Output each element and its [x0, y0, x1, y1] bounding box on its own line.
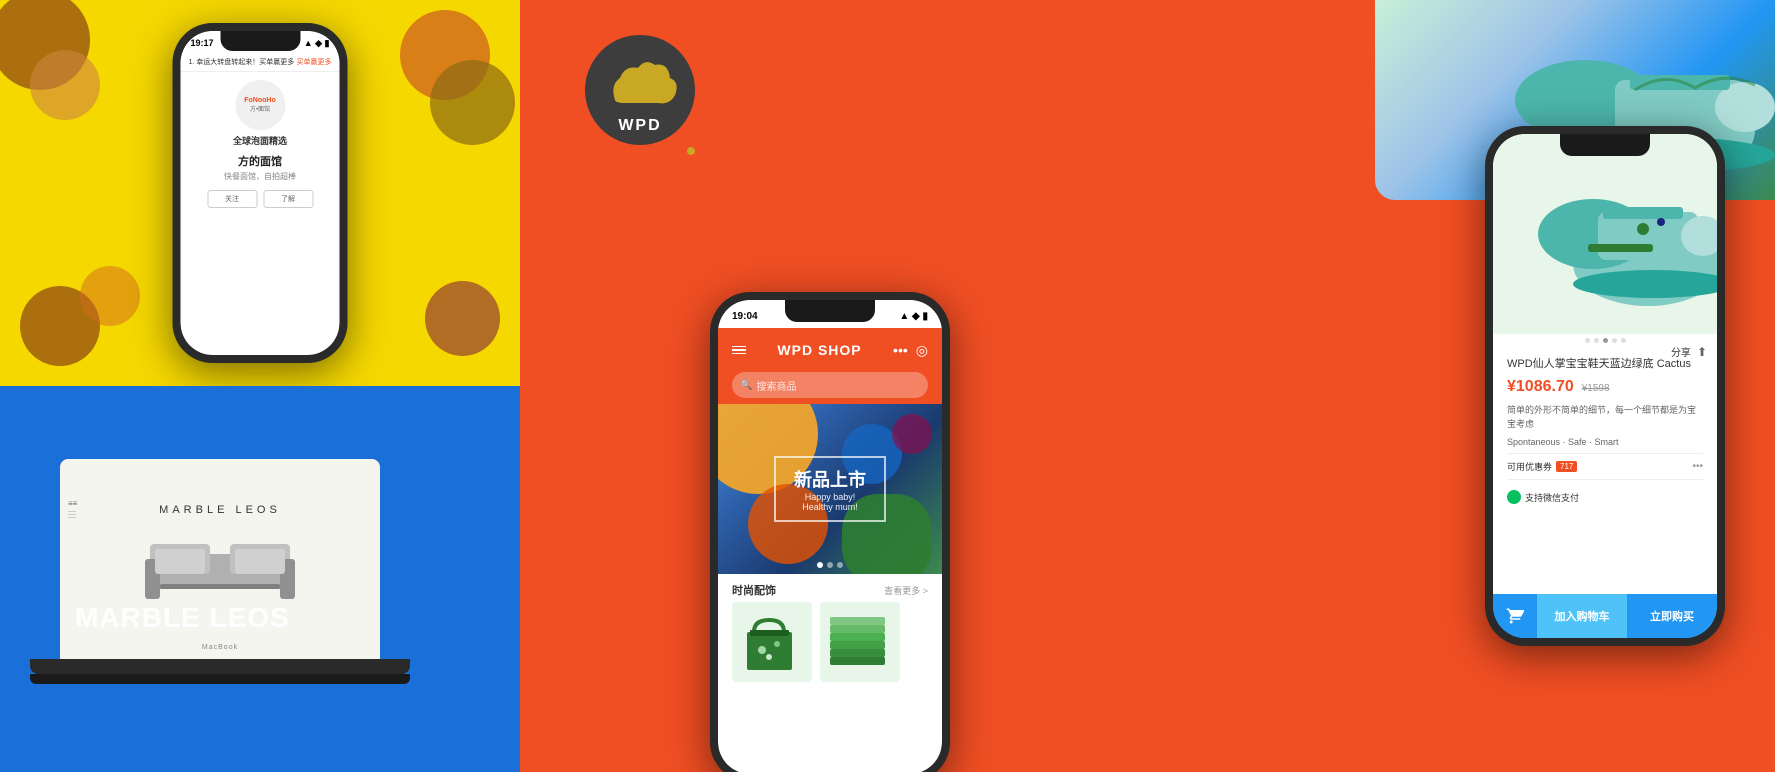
shop-title: WPD SHOP — [777, 342, 861, 358]
dot-4 — [1612, 338, 1617, 343]
left-panel: 19:17 ▲ ◆ ▮ 1. 幸运大转盘转起来！买单赢更多 买单赢更多 FoNo… — [0, 0, 520, 772]
notif-action: 买单赢更多 — [297, 57, 332, 67]
btn-1[interactable]: 关注 — [207, 190, 257, 208]
restaurant-name: 方的面馆 — [238, 153, 282, 169]
dish-5 — [30, 50, 100, 120]
product-info: WPD仙人掌宝宝鞋天蓝边绿底 Cactus ¥1086.70 ¥1598 简单的… — [1493, 347, 1717, 520]
product-grid — [718, 602, 942, 682]
share-text[interactable]: 分享 — [1671, 344, 1691, 359]
coupon-label-text: 可用优惠券 — [1507, 460, 1552, 473]
search-area: 🔍 搜索商品 — [718, 372, 942, 404]
buy-bar: 加入购物车 立即购买 — [1493, 594, 1717, 638]
blob-pink — [892, 414, 932, 454]
dish-6 — [430, 60, 515, 145]
product-tags: Spontaneous · Safe · Smart — [1507, 437, 1703, 447]
marble-title-top: MARBLE LEOS — [159, 504, 281, 516]
share-area: 分享 ⬆ — [1671, 344, 1707, 359]
section-title: 时尚配饰 — [732, 582, 776, 598]
dot-active — [817, 562, 823, 568]
product-item-2[interactable] — [820, 602, 900, 682]
banner-label: 全球泡面精选 — [233, 134, 287, 147]
dot-5 — [1621, 338, 1626, 343]
wechat-pay-row: 支持微信支付 — [1507, 484, 1703, 510]
brand-logo: FoNooHo 方•面馆 — [235, 80, 285, 130]
coupon-more[interactable]: ••• — [1692, 461, 1703, 472]
time-display: 19:17 — [191, 38, 214, 48]
section-header: 时尚配饰 查看更多 > — [718, 574, 942, 602]
right-notch — [1560, 134, 1650, 156]
dot-2 — [837, 562, 843, 568]
dish-7 — [80, 266, 140, 326]
brand-name-en: FoNooHo — [244, 97, 276, 104]
sofa-illustration — [140, 524, 300, 604]
add-to-cart-button[interactable]: 加入购物车 — [1537, 594, 1627, 638]
macbook-label: MacBook — [202, 644, 238, 651]
fonooho-section: 19:17 ▲ ◆ ▮ 1. 幸运大转盘转起来！买单赢更多 买单赢更多 FoNo… — [0, 0, 520, 386]
wpd-phone: 19:04 ▲ ◆ ▮ WPD SHOP ••• ◎ 🔍 — [710, 292, 950, 772]
action-buttons: 关注 了解 — [207, 190, 313, 208]
original-price: ¥1598 — [1582, 383, 1610, 394]
marble-overlay: MARBLE LEOS — [75, 602, 290, 634]
laptop-screen: MARBLE LEOS — [60, 459, 380, 659]
notif-text: 1. 幸运大转盘转起来！买单赢更多 — [189, 57, 295, 67]
wechat-icon — [1507, 490, 1521, 504]
marble-leos-section: MARBLE LEOS — [0, 386, 520, 772]
svg-text:WPD: WPD — [618, 117, 661, 134]
right-phone: 分享 ⬆ WPD仙人掌宝宝鞋天蓝边绿底 Cactus ¥1086.70 ¥159… — [1485, 126, 1725, 646]
wpd-time: 19:04 — [732, 311, 758, 322]
banner-cn-text: 新品上市 — [792, 466, 868, 492]
wpd-screen: 19:04 ▲ ◆ ▮ WPD SHOP ••• ◎ 🔍 — [718, 300, 942, 772]
price-row: ¥1086.70 ¥1598 — [1507, 378, 1703, 398]
wpd-logo-container: WPD — [580, 30, 700, 150]
sidebar-icons: ≡≡ — [68, 499, 77, 518]
dot-1 — [1585, 338, 1590, 343]
product-hero — [1493, 134, 1717, 334]
laptop-foot — [30, 674, 410, 684]
notification-bar: 1. 幸运大转盘转起来！买单赢更多 买单赢更多 — [181, 53, 340, 72]
brand-name-cn: 方•面馆 — [244, 104, 276, 113]
banner-text-box: 新品上市 Happy baby! Healthy mum! — [774, 456, 886, 522]
wpd-header: WPD SHOP ••• ◎ — [718, 328, 942, 372]
fonooho-phone: 19:17 ▲ ◆ ▮ 1. 幸运大转盘转起来！买单赢更多 买单赢更多 FoNo… — [173, 23, 348, 363]
right-screen: 分享 ⬆ WPD仙人掌宝宝鞋天蓝边绿底 Cactus ¥1086.70 ¥159… — [1493, 134, 1717, 638]
more-icon[interactable]: ••• — [893, 342, 908, 359]
product-name: WPD仙人掌宝宝鞋天蓝边绿底 Cactus — [1507, 357, 1703, 372]
coupon-label: 可用优惠券 717 — [1507, 460, 1577, 473]
dish-4 — [425, 281, 500, 356]
wpd-banner: 新品上市 Happy baby! Healthy mum! — [718, 404, 942, 574]
dot-2 — [1594, 338, 1599, 343]
laptop-content: MARBLE LEOS — [60, 459, 380, 659]
section-more[interactable]: 查看更多 > — [884, 584, 928, 597]
search-bar[interactable]: 🔍 搜索商品 — [732, 372, 928, 398]
signal-icons: ▲ ◆ ▮ — [304, 38, 330, 49]
laptop-mockup: MARBLE LEOS — [30, 459, 410, 699]
middle-panel: WPD 19:04 ▲ ◆ ▮ WPD SHOP ••• — [520, 0, 1140, 772]
banner-dots — [817, 562, 843, 568]
right-panel: 分享 ⬆ WPD仙人掌宝宝鞋天蓝边绿底 Cactus ¥1086.70 ¥159… — [1140, 0, 1775, 772]
search-placeholder: 搜索商品 — [756, 378, 796, 393]
dot-3 — [1603, 338, 1608, 343]
menu-icon[interactable] — [732, 346, 746, 355]
product-desc: 简单的外形不简单的细节，每一个细节都是为宝宝考虑 — [1507, 404, 1703, 431]
laptop-base — [30, 659, 410, 674]
header-icons: ••• ◎ — [893, 342, 928, 359]
wechat-pay-text: 支持微信支付 — [1525, 491, 1579, 504]
btn-2[interactable]: 了解 — [263, 190, 313, 208]
profile-area: FoNooHo 方•面馆 全球泡面精选 方的面馆 快餐面馆，自拍超棒 关注 了解 — [181, 72, 340, 216]
notch — [785, 300, 875, 322]
banner-en-text: Happy baby! Healthy mum! — [792, 492, 868, 512]
share-icon[interactable]: ⬆ — [1697, 345, 1707, 359]
wpd-signal: ▲ ◆ ▮ — [899, 311, 928, 322]
coupon-row: 可用优惠券 717 ••• — [1507, 453, 1703, 480]
target-icon[interactable]: ◎ — [916, 342, 928, 359]
restaurant-sub: 快餐面馆，自拍超棒 — [224, 171, 296, 182]
cart-icon-btn[interactable] — [1493, 594, 1537, 638]
buy-now-button[interactable]: 立即购买 — [1627, 594, 1717, 638]
product-price: ¥1086.70 — [1507, 378, 1574, 396]
search-icon: 🔍 — [740, 380, 752, 391]
dot-1 — [827, 562, 833, 568]
logo-dot — [687, 147, 695, 155]
product-item-1[interactable] — [732, 602, 812, 682]
coupon-badge: 717 — [1556, 461, 1577, 472]
